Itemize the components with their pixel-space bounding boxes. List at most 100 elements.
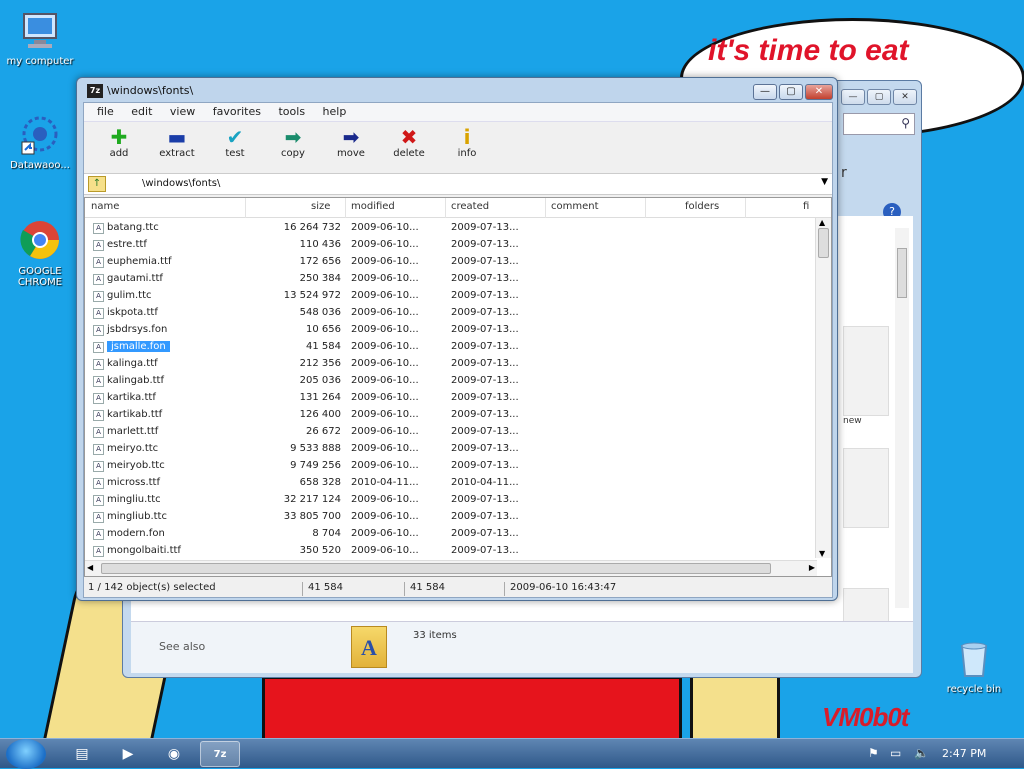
test-button[interactable]: ✔ test xyxy=(206,122,264,159)
copy-button[interactable]: ➡ copy xyxy=(264,122,322,159)
bg-scrollbar[interactable] xyxy=(895,228,909,608)
column-files[interactable]: fi xyxy=(803,201,809,212)
desktop-icon-recycle-bin[interactable]: recycle bin xyxy=(936,636,1012,695)
address-path[interactable]: \windows\fonts\ xyxy=(142,178,220,189)
menu-tools[interactable]: tools xyxy=(271,103,312,120)
row-name: kalinga.ttf xyxy=(107,358,158,369)
bg-minimize-button[interactable]: — xyxy=(841,89,865,105)
table-row[interactable]: Amarlett.ttf 26 672 2009-06-10... 2009-07-1… xyxy=(85,424,815,441)
table-row[interactable]: Akartikab.ttf 126 400 2009-06-10... 2009-07… xyxy=(85,407,815,424)
scroll-right-arrow[interactable]: ▶ xyxy=(809,563,815,572)
bg-scrollbar-thumb[interactable] xyxy=(897,248,907,298)
delete-button[interactable]: ✖ delete xyxy=(380,122,438,159)
copy-label: copy xyxy=(281,148,305,159)
scroll-left-arrow[interactable]: ◀ xyxy=(87,563,93,572)
taskbar-clock[interactable]: 2:47 PM xyxy=(942,747,986,760)
table-row[interactable]: Aestre.ttf 110 436 2009-06-10... 2009-07-13… xyxy=(85,237,815,254)
info-button[interactable]: i info xyxy=(438,122,496,159)
row-name: kalingab.ttf xyxy=(107,375,165,386)
bg-close-button[interactable]: ✕ xyxy=(893,89,917,105)
row-modified: 2009-06-10... xyxy=(351,375,419,386)
7zip-taskbar-icon[interactable]: 7z xyxy=(200,741,240,767)
horizontal-scrollbar[interactable]: ◀ ▶ xyxy=(85,560,817,576)
table-row[interactable]: Amongolbaiti.ttf 350 520 2009-06-10... 2009… xyxy=(85,543,815,560)
table-row[interactable]: Aeuphemia.ttf 172 656 2009-06-10... 2009-07… xyxy=(85,254,815,271)
action-center-icon[interactable]: ⚑ xyxy=(868,746,879,760)
column-divider[interactable] xyxy=(645,198,646,218)
chrome-taskbar-icon[interactable]: ◉ xyxy=(154,741,194,767)
column-divider[interactable] xyxy=(245,198,246,218)
row-modified: 2009-06-10... xyxy=(351,256,419,267)
table-row[interactable]: Akartika.ttf 131 264 2009-06-10... 2009-07-… xyxy=(85,390,815,407)
add-label: add xyxy=(109,148,129,159)
row-modified: 2009-06-10... xyxy=(351,392,419,403)
file-icon: A xyxy=(93,240,104,251)
table-row[interactable]: Amicross.ttf 658 328 2010-04-11... 2010-04-… xyxy=(85,475,815,492)
table-row[interactable]: Ajsbdrsys.fon 10 656 2009-06-10... 2009-07-… xyxy=(85,322,815,339)
minimize-button[interactable]: — xyxy=(753,84,777,100)
column-size[interactable]: size xyxy=(311,201,330,212)
table-row[interactable]: Ajsmalle.fon 41 584 2009-06-10... 2009-07-1… xyxy=(85,339,815,356)
column-divider[interactable] xyxy=(745,198,746,218)
table-row[interactable]: Ameiryo.ttc 9 533 888 2009-06-10... 2009-07… xyxy=(85,441,815,458)
file-list[interactable]: name size modified created comment folde… xyxy=(84,197,832,577)
table-row[interactable]: Amingliu.ttc 32 217 124 2009-06-10... 2009-… xyxy=(85,492,815,509)
column-folders[interactable]: folders xyxy=(685,201,719,212)
vertical-scrollbar[interactable]: ▲ ▼ xyxy=(815,218,831,558)
file-icon: A xyxy=(93,444,104,455)
row-size: 350 520 xyxy=(299,545,341,556)
volume-icon[interactable]: 🔈 xyxy=(914,746,929,760)
table-row[interactable]: Akalingab.ttf 205 036 2009-06-10... 2009-07… xyxy=(85,373,815,390)
table-row[interactable]: Abatang.ttc 16 264 732 2009-06-10... 2009-0… xyxy=(85,220,815,237)
column-created[interactable]: created xyxy=(451,201,489,212)
up-folder-button[interactable]: ↑ xyxy=(88,176,106,192)
chevron-down-icon[interactable]: ▼ xyxy=(821,177,828,187)
extract-icon: ▬ xyxy=(167,125,187,149)
column-comment[interactable]: comment xyxy=(551,201,599,212)
network-icon[interactable]: ▭ xyxy=(890,746,901,760)
desktop-icon-datawaoo[interactable]: Datawaoo... xyxy=(2,112,78,171)
add-button[interactable]: ✚ add xyxy=(90,122,148,159)
7zip-file-manager-window[interactable]: 7z \windows\fonts\ — ▢ ✕ file edit view f… xyxy=(76,77,838,601)
maximize-button[interactable]: ▢ xyxy=(779,84,803,100)
row-size: 110 436 xyxy=(299,239,341,250)
menu-edit[interactable]: edit xyxy=(124,103,159,120)
column-divider[interactable] xyxy=(345,198,346,218)
table-row[interactable]: Agulim.ttc 13 524 972 2009-06-10... 2009-07… xyxy=(85,288,815,305)
table-row[interactable]: Amingliub.ttc 33 805 700 2009-06-10... 2009… xyxy=(85,509,815,526)
extract-button[interactable]: ▬ extract xyxy=(148,122,206,159)
row-created: 2009-07-13... xyxy=(451,494,519,505)
media-player-taskbar-icon[interactable]: ▶ xyxy=(108,741,148,767)
column-divider[interactable] xyxy=(545,198,546,218)
column-divider[interactable] xyxy=(445,198,446,218)
menu-view[interactable]: view xyxy=(163,103,202,120)
table-row[interactable]: Aiskpota.ttf 548 036 2009-06-10... 2009-07-… xyxy=(85,305,815,322)
copy-icon: ➡ xyxy=(284,125,302,149)
start-button[interactable] xyxy=(6,739,46,769)
table-row[interactable]: Agautami.ttf 250 384 2009-06-10... 2009-07-… xyxy=(85,271,815,288)
vertical-scrollbar-thumb[interactable] xyxy=(818,228,829,258)
bg-search-box[interactable]: ⚲ xyxy=(843,113,915,135)
column-name[interactable]: name xyxy=(91,201,119,212)
window-title: 7z \windows\fonts\ xyxy=(87,84,193,98)
scroll-up-arrow[interactable]: ▲ xyxy=(819,218,825,227)
scroll-down-arrow[interactable]: ▼ xyxy=(819,549,825,558)
horizontal-scrollbar-thumb[interactable] xyxy=(101,563,771,574)
file-icon: A xyxy=(93,512,104,523)
table-row[interactable]: Ameiryob.ttc 9 749 256 2009-06-10... 2009-0… xyxy=(85,458,815,475)
desktop-icon-my-computer[interactable]: my computer xyxy=(2,8,78,67)
address-bar[interactable]: ↑ \windows\fonts\ ▼ xyxy=(84,173,832,195)
menu-help[interactable]: help xyxy=(316,103,354,120)
menu-file[interactable]: file xyxy=(90,103,121,120)
column-modified[interactable]: modified xyxy=(351,201,395,212)
explorer-taskbar-icon[interactable]: ▤ xyxy=(62,741,102,767)
desktop-icon-chrome[interactable]: GOOGLE CHROME xyxy=(2,218,78,288)
row-created: 2009-07-13... xyxy=(451,511,519,522)
menu-favorites[interactable]: favorites xyxy=(206,103,268,120)
table-row[interactable]: Akalinga.ttf 212 356 2009-06-10... 2009-07-… xyxy=(85,356,815,373)
bg-maximize-button[interactable]: ▢ xyxy=(867,89,891,105)
move-button[interactable]: ➡ move xyxy=(322,122,380,159)
speech-bubble-text: it's time to eat xyxy=(708,34,909,67)
close-button[interactable]: ✕ xyxy=(805,84,833,100)
table-row[interactable]: Amodern.fon 8 704 2009-06-10... 2009-07-13.… xyxy=(85,526,815,543)
